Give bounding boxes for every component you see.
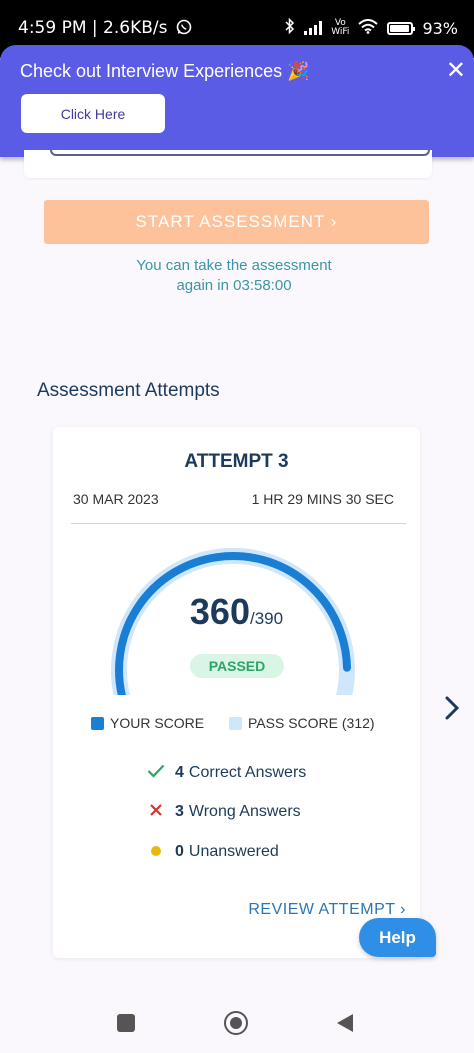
retake-message: You can take the assessment again in 03:… bbox=[0, 256, 474, 296]
your-score-swatch bbox=[91, 716, 104, 730]
section-title: Assessment Attempts bbox=[37, 380, 220, 401]
legend-pass-score-label: PASS SCORE (312) bbox=[248, 715, 375, 731]
status-time-speed: 4:59 PM | 2.6KB/s bbox=[18, 18, 168, 38]
unanswered-count: 0 bbox=[175, 842, 184, 860]
legend-your-score: YOUR SCORE bbox=[91, 715, 204, 731]
bluetooth-icon bbox=[285, 17, 295, 38]
retake-line-1: You can take the assessment bbox=[136, 257, 332, 274]
recents-button[interactable] bbox=[117, 1014, 135, 1032]
attempt-title: ATTEMPT 3 bbox=[184, 451, 289, 472]
score-value: 360 bbox=[189, 591, 250, 632]
correct-label: Correct Answers bbox=[188, 763, 307, 781]
attempt-date: 30 MAR 2023 bbox=[73, 491, 159, 507]
whatsapp-icon bbox=[176, 19, 192, 40]
input-remnant bbox=[50, 150, 430, 156]
wifi-icon bbox=[358, 18, 379, 38]
nav-bar bbox=[0, 993, 474, 1053]
cross-icon bbox=[145, 802, 167, 821]
review-attempt-link[interactable]: REVIEW ATTEMPT › bbox=[248, 901, 406, 919]
status-right: Vo WiFi 93% bbox=[285, 17, 458, 38]
start-assessment-button[interactable]: START ASSESSMENT › bbox=[44, 200, 429, 244]
correct-count: 4 bbox=[175, 763, 184, 781]
stat-correct: 4 Correct Answers bbox=[145, 763, 306, 782]
back-button[interactable] bbox=[337, 1014, 353, 1032]
battery-icon bbox=[387, 21, 416, 35]
banner-text: Check out Interview Experiences 🎉 bbox=[20, 61, 310, 81]
signal-icon bbox=[304, 21, 323, 35]
score-display: 360/390 bbox=[53, 591, 420, 633]
help-button[interactable]: Help bbox=[359, 918, 436, 957]
legend-your-score-label: YOUR SCORE bbox=[110, 715, 205, 731]
interview-banner: Check out Interview Experiences 🎉 ✕ Clic… bbox=[0, 45, 474, 157]
attempt-card: ATTEMPT 3 30 MAR 2023 1 HR 29 MINS 30 SE… bbox=[53, 427, 420, 958]
retake-line-2: again in 03:58:00 bbox=[176, 277, 292, 294]
stat-wrong: 3 Wrong Answers bbox=[145, 802, 301, 821]
close-icon[interactable]: ✕ bbox=[446, 56, 466, 84]
status-left: 4:59 PM | 2.6KB/s bbox=[18, 18, 192, 40]
pass-score-swatch bbox=[229, 716, 242, 730]
chevron-right-icon[interactable] bbox=[444, 695, 460, 728]
vowifi-label: Vo WiFi bbox=[331, 18, 350, 37]
legend-pass-score: PASS SCORE (312) bbox=[229, 715, 375, 731]
home-button[interactable] bbox=[224, 1011, 248, 1035]
score-total: /390 bbox=[249, 609, 284, 628]
wrong-label: Wrong Answers bbox=[188, 802, 301, 820]
battery-percent: 93% bbox=[422, 18, 458, 38]
assessment-card-top bbox=[24, 150, 432, 178]
check-icon bbox=[145, 763, 167, 782]
divider bbox=[71, 523, 406, 524]
wrong-count: 3 bbox=[175, 802, 184, 820]
click-here-button[interactable]: Click Here bbox=[21, 94, 165, 133]
stat-unanswered: 0 Unanswered bbox=[145, 842, 279, 861]
status-badge: PASSED bbox=[190, 654, 284, 678]
attempt-duration: 1 HR 29 MINS 30 SEC bbox=[251, 491, 394, 507]
unanswered-label: Unanswered bbox=[188, 842, 279, 860]
dot-icon bbox=[145, 842, 167, 861]
